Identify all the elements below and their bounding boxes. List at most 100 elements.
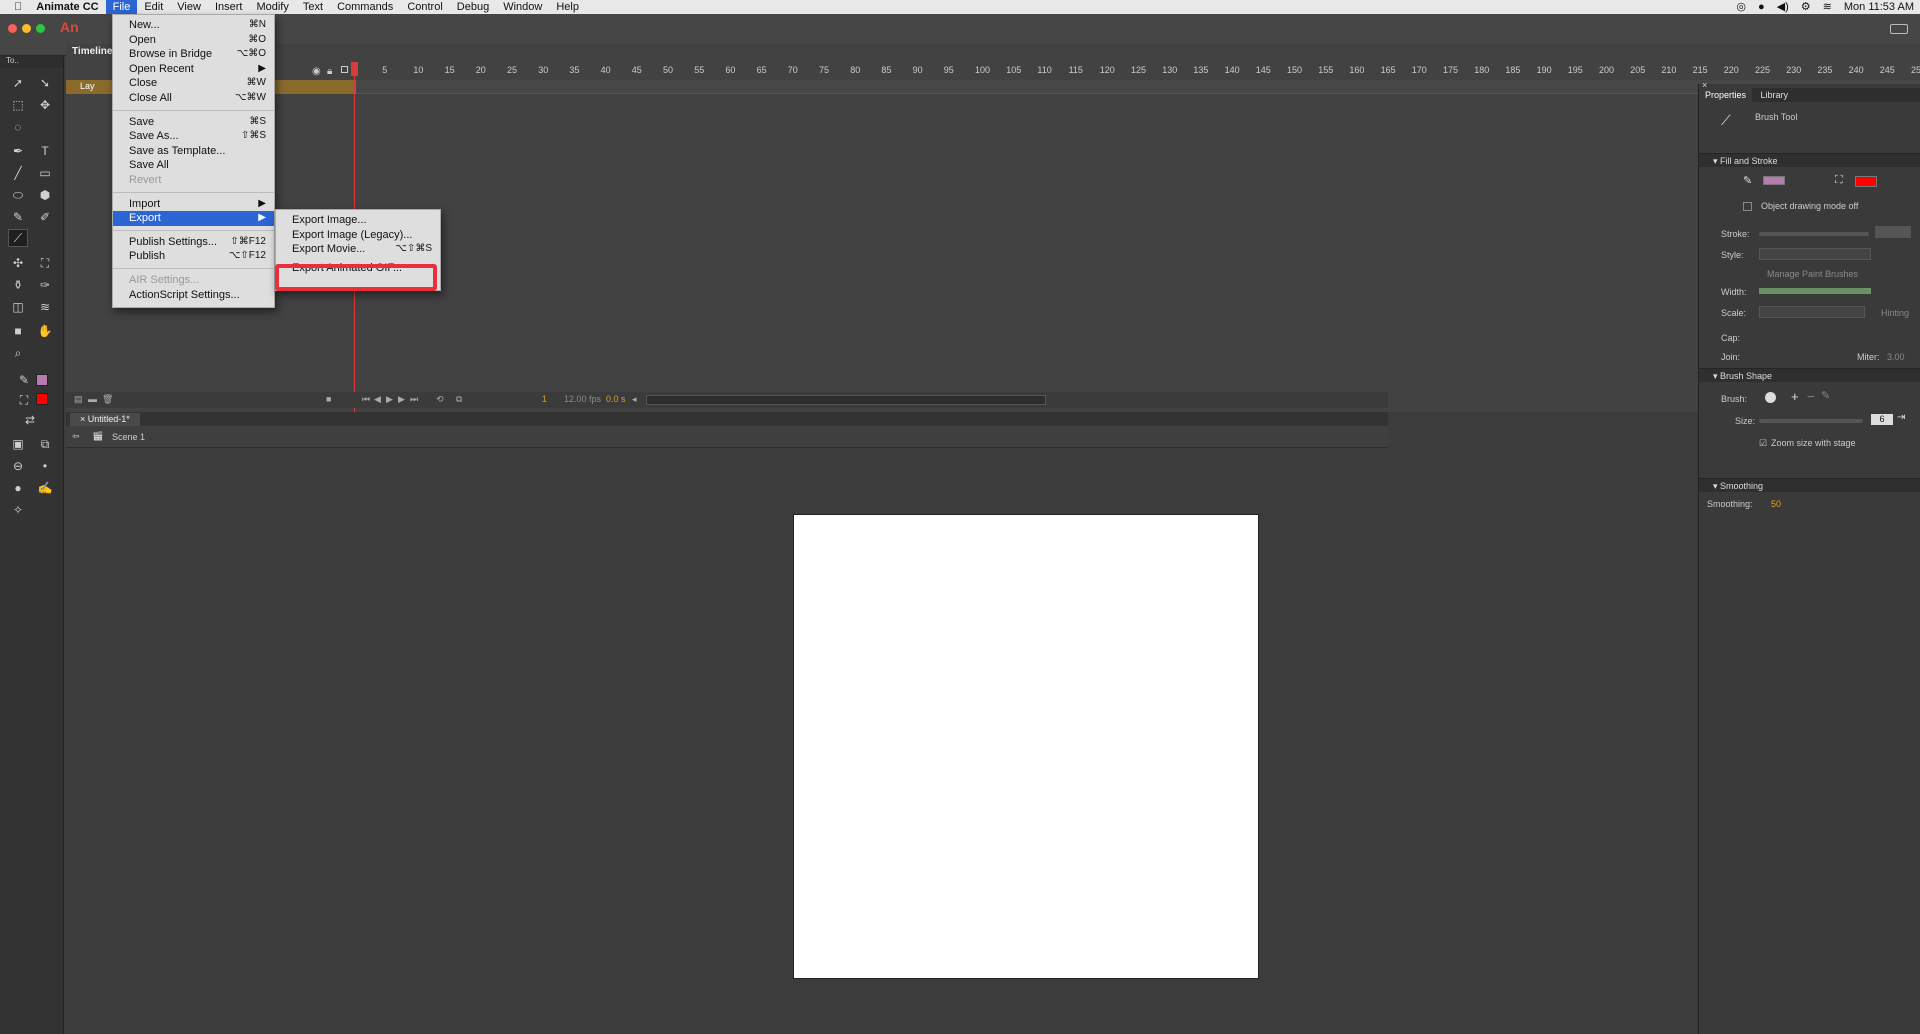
properties-close-icon[interactable]: ×	[1702, 80, 1707, 90]
zoom-size-checkbox[interactable]: ☑	[1759, 438, 1767, 449]
rectangle-tool-icon[interactable]: ▭	[35, 164, 55, 182]
back-arrow-icon[interactable]: ⇦	[72, 431, 80, 442]
menu-view[interactable]: View	[170, 0, 208, 14]
section-smoothing[interactable]: ▾ Smoothing	[1699, 478, 1920, 492]
eye-icon[interactable]: ◉	[312, 66, 321, 77]
scene-label[interactable]: Scene 1	[112, 432, 145, 442]
menu-item-open-recent[interactable]: Open Recent ▶	[113, 62, 274, 77]
workspace-switcher-icon[interactable]	[1890, 24, 1908, 34]
scroll-left-icon[interactable]: ◂	[632, 394, 637, 405]
menu-text[interactable]: Text	[296, 0, 330, 14]
document-tab[interactable]: × Untitled-1*	[70, 413, 140, 426]
onion-skin-icon[interactable]: ⧉	[456, 394, 462, 405]
size-slider[interactable]	[1759, 419, 1863, 423]
menu-item-publish-settings[interactable]: Publish Settings... ⇧⌘F12	[113, 235, 274, 250]
menu-item-browse-bridge[interactable]: Browse in Bridge ⌥⌘O	[113, 47, 274, 62]
menu-control[interactable]: Control	[400, 0, 449, 14]
fill-color-swatch[interactable]	[36, 393, 48, 405]
menu-file[interactable]: File	[105, 0, 138, 14]
lasso-tool-icon[interactable]: ◌	[8, 118, 28, 136]
scale-dropdown[interactable]	[1759, 306, 1865, 318]
settings-icon[interactable]: ⚙	[1801, 0, 1811, 14]
fps-value[interactable]: 12.00 fps	[564, 394, 601, 404]
menu-item-open[interactable]: Open ⌘O	[113, 33, 274, 48]
stroke-value-box[interactable]	[1875, 226, 1911, 238]
new-folder-icon[interactable]: ▬	[88, 394, 97, 404]
text-tool-icon[interactable]: T	[35, 142, 55, 160]
width-dropdown[interactable]	[1759, 288, 1871, 294]
stroke-color-box[interactable]	[1763, 176, 1785, 185]
style-dropdown[interactable]	[1759, 248, 1871, 260]
tab-library[interactable]: Library	[1755, 88, 1795, 102]
menu-modify[interactable]: Modify	[249, 0, 295, 14]
pressure-icon[interactable]: ✍	[35, 479, 55, 497]
smoothing-value[interactable]: 50	[1771, 499, 1781, 509]
delete-layer-icon[interactable]: 🗑︎	[102, 394, 113, 405]
notification-icon[interactable]: ●	[1758, 0, 1765, 14]
step-back-icon[interactable]: ◀	[374, 394, 381, 405]
close-window-icon[interactable]	[8, 24, 17, 33]
pencil-tool-icon[interactable]: ✎	[8, 208, 28, 226]
menu-item-save-as[interactable]: Save As... ⇧⌘S	[113, 129, 274, 144]
remove-brush-shape-icon[interactable]: −	[1807, 389, 1815, 404]
menu-item-export-image-legacy[interactable]: Export Image (Legacy)...	[276, 228, 440, 243]
loop-icon[interactable]: ⟲	[436, 394, 444, 405]
wifi-icon[interactable]: ≋	[1823, 0, 1832, 14]
creative-cloud-icon[interactable]: ◎	[1736, 0, 1746, 14]
close-tab-icon[interactable]: ×	[80, 414, 85, 424]
eyedropper-tool-icon[interactable]: ✑	[35, 276, 55, 294]
clock[interactable]: Mon 11:53 AM	[1844, 0, 1914, 14]
paint-bucket-tool-icon[interactable]: ⛶	[35, 254, 55, 272]
menu-item-save-all[interactable]: Save All	[113, 158, 274, 173]
line-tool-icon[interactable]: ╱	[8, 164, 28, 182]
menu-item-save[interactable]: Save ⌘S	[113, 115, 274, 130]
size-value-box[interactable]: 6	[1871, 414, 1893, 425]
brush-tool-icon[interactable]: ⟋	[8, 229, 28, 247]
width-tool-icon[interactable]: ≋	[35, 298, 55, 316]
volume-icon[interactable]: ◀)	[1777, 0, 1789, 14]
time-value[interactable]: 0.0 s	[606, 394, 626, 404]
brush-mode-icon[interactable]: ⊖	[8, 457, 28, 475]
bone-tool-icon[interactable]: ✣	[8, 254, 28, 272]
layer-name[interactable]: Lay	[80, 81, 95, 91]
timeline-tab[interactable]: Timeline	[72, 46, 112, 57]
menu-debug[interactable]: Debug	[450, 0, 496, 14]
eraser-tool-icon[interactable]: ◫	[8, 298, 28, 316]
tab-properties[interactable]: Properties	[1699, 88, 1753, 102]
oval-tool-icon[interactable]: ⬭	[8, 186, 28, 204]
menu-item-export[interactable]: Export ▶	[113, 211, 274, 226]
menu-item-close-all[interactable]: Close All ⌥⌘W	[113, 91, 274, 106]
manage-brushes-button[interactable]: Manage Paint Brushes	[1767, 269, 1858, 279]
hand-tool-icon[interactable]: ✋	[35, 322, 55, 340]
fill-color-box[interactable]	[1855, 176, 1877, 187]
outline-icon[interactable]	[341, 66, 348, 73]
play-icon[interactable]: ▶	[386, 394, 393, 405]
frame-ruler[interactable]: 1510152025303540455055606570758085909510…	[351, 64, 1920, 80]
menu-item-import[interactable]: Import ▶	[113, 197, 274, 212]
last-frame-icon[interactable]: ⏭	[410, 394, 418, 405]
edit-brush-shape-icon[interactable]: ✎	[1821, 389, 1830, 402]
brush-size-icon[interactable]: •	[35, 457, 55, 475]
3d-rotation-tool-icon[interactable]: ✥	[35, 96, 55, 114]
object-drawing-icon[interactable]: ▣	[8, 435, 28, 453]
menu-item-close[interactable]: Close ⌘W	[113, 76, 274, 91]
tilt-icon[interactable]: ✧	[8, 501, 28, 519]
brush-shape-circle-icon[interactable]	[1765, 392, 1776, 403]
app-menu[interactable]: Animate CC	[29, 0, 105, 14]
free-transform-tool-icon[interactable]: ⬚	[8, 96, 28, 114]
menu-item-export-image[interactable]: Export Image...	[276, 213, 440, 228]
lock-icon[interactable]: 🔒︎	[327, 66, 332, 77]
timeline-scrollbar[interactable]	[646, 395, 1046, 405]
subselection-tool-icon[interactable]: ➘	[35, 74, 55, 92]
section-fill-stroke[interactable]: ▾ Fill and Stroke	[1699, 153, 1920, 167]
polystar-tool-icon[interactable]: ⬢	[35, 186, 55, 204]
miter-value[interactable]: 3.00	[1887, 352, 1905, 362]
menu-edit[interactable]: Edit	[137, 0, 170, 14]
step-forward-icon[interactable]: ▶	[398, 394, 405, 405]
stroke-color-swatch[interactable]	[36, 374, 48, 386]
zoom-window-icon[interactable]	[36, 24, 45, 33]
menu-window[interactable]: Window	[496, 0, 549, 14]
frame-row[interactable]	[356, 80, 1920, 94]
pen-tool-icon[interactable]: ✒	[8, 142, 28, 160]
camera-tool-icon[interactable]: ■	[8, 322, 28, 340]
